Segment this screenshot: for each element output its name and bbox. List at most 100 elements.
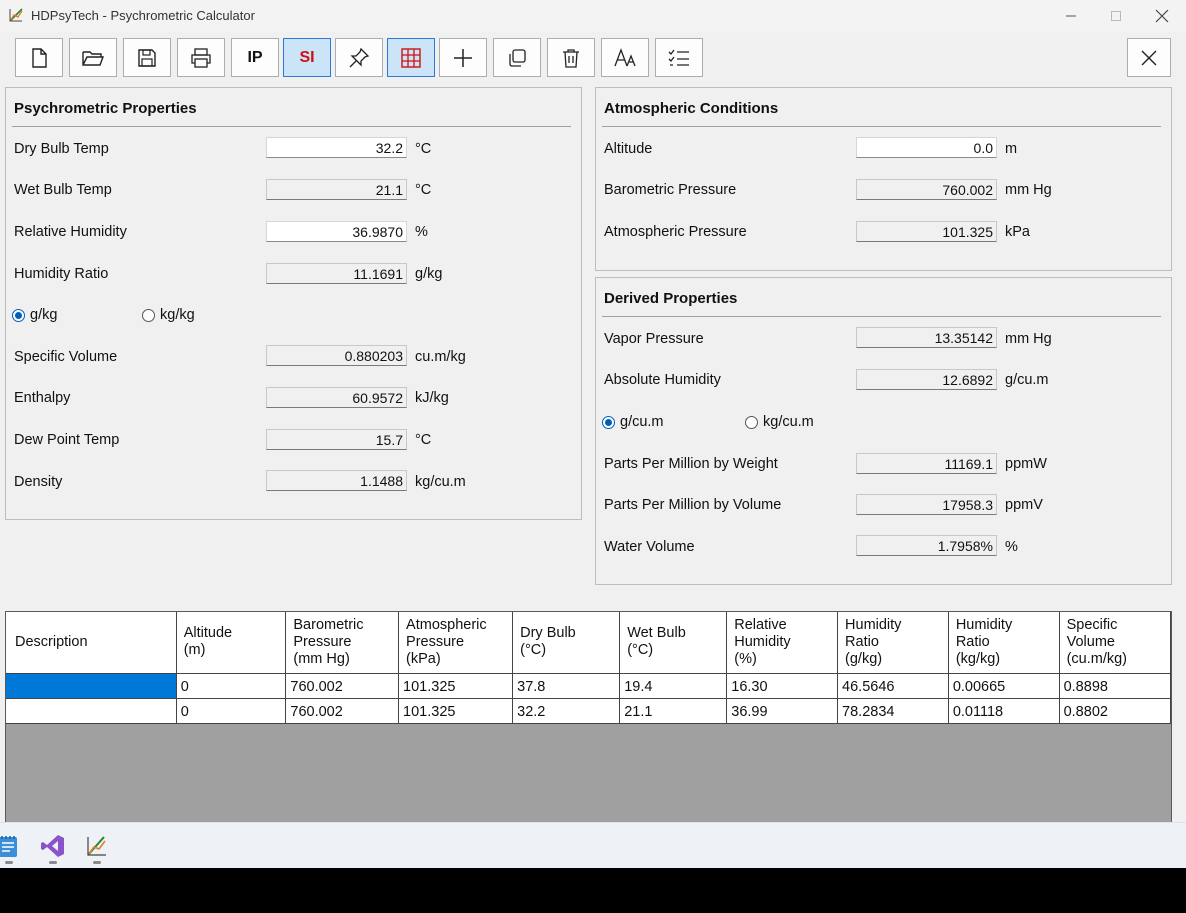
radio-gcum[interactable] bbox=[602, 416, 615, 429]
column-header-atmospheric-pressure[interactable]: Atmospheric Pressure (kPa) bbox=[398, 612, 514, 674]
dry-bulb-input[interactable]: 32.2 bbox=[266, 137, 407, 158]
si-units-button[interactable]: SI bbox=[283, 38, 331, 77]
radio-kgcum[interactable] bbox=[745, 416, 758, 429]
density-unit: kg/cu.m bbox=[415, 474, 466, 490]
ppmw-label: Parts Per Million by Weight bbox=[604, 456, 778, 472]
column-header-relative-humidity[interactable]: Relative Humidity (%) bbox=[726, 612, 839, 674]
table-cell[interactable]: 0.8802 bbox=[1059, 698, 1171, 724]
save-button[interactable] bbox=[123, 38, 171, 77]
column-header-specific-volume[interactable]: Specific Volume (cu.m/kg) bbox=[1059, 612, 1171, 674]
humidity-ratio-field[interactable]: 11.1691 bbox=[266, 263, 407, 284]
column-header-humidity-ratio-gkg[interactable]: Humidity Ratio (g/kg) bbox=[837, 612, 949, 674]
column-header-dry-bulb[interactable]: Dry Bulb (°C) bbox=[512, 612, 621, 674]
table-cell-description[interactable] bbox=[6, 698, 177, 724]
radio-kgcum-label[interactable]: kg/cu.m bbox=[763, 414, 814, 430]
absolute-humidity-field[interactable]: 12.6892 bbox=[856, 369, 997, 390]
table-cell[interactable]: 101.325 bbox=[398, 698, 514, 724]
radio-gkg[interactable] bbox=[12, 309, 25, 322]
table-cell[interactable]: 760.002 bbox=[285, 698, 400, 724]
absolute-humidity-unit: g/cu.m bbox=[1005, 372, 1049, 388]
atmospheric-conditions-group: Atmospheric Conditions Altitude 0.0 m Ba… bbox=[595, 87, 1172, 271]
table-cell[interactable]: 16.30 bbox=[726, 673, 839, 699]
pin-icon bbox=[349, 47, 370, 67]
taskbar bbox=[0, 822, 1186, 868]
dew-point-label: Dew Point Temp bbox=[14, 432, 120, 448]
enthalpy-field[interactable]: 60.9572 bbox=[266, 387, 407, 408]
table-cell[interactable]: 760.002 bbox=[285, 673, 400, 699]
new-file-button[interactable] bbox=[15, 38, 63, 77]
table-cell[interactable]: 32.2 bbox=[512, 698, 621, 724]
water-volume-label: Water Volume bbox=[604, 539, 695, 555]
atmospheric-pressure-label: Atmospheric Pressure bbox=[604, 224, 747, 240]
specific-volume-unit: cu.m/kg bbox=[415, 349, 466, 365]
table-cell[interactable]: 0.00665 bbox=[948, 673, 1060, 699]
barometric-pressure-field[interactable]: 760.002 bbox=[856, 179, 997, 200]
maximize-button[interactable] bbox=[1093, 0, 1139, 32]
table-cell[interactable]: 37.8 bbox=[512, 673, 621, 699]
pin-button[interactable] bbox=[335, 38, 383, 77]
column-header-wet-bulb[interactable]: Wet Bulb (°C) bbox=[619, 612, 728, 674]
window-close-button[interactable] bbox=[1139, 0, 1185, 32]
table-cell[interactable]: 19.4 bbox=[619, 673, 728, 699]
dew-point-field[interactable]: 15.7 bbox=[266, 429, 407, 450]
column-header-humidity-ratio-kgkg[interactable]: Humidity Ratio (kg/kg) bbox=[948, 612, 1060, 674]
close-panel-button[interactable] bbox=[1127, 38, 1171, 77]
vapor-pressure-field[interactable]: 13.35142 bbox=[856, 327, 997, 348]
wet-bulb-unit: °C bbox=[415, 182, 432, 198]
table-cell-description[interactable] bbox=[6, 673, 177, 699]
table-cell[interactable]: 0 bbox=[176, 698, 287, 724]
dry-bulb-label: Dry Bulb Temp bbox=[14, 141, 109, 157]
copy-button[interactable] bbox=[493, 38, 541, 77]
table-row[interactable]: 0 760.002 101.325 32.2 21.1 36.99 78.283… bbox=[6, 698, 1171, 724]
enthalpy-label: Enthalpy bbox=[14, 390, 71, 406]
group-title: Psychrometric Properties bbox=[14, 100, 197, 117]
relative-humidity-input[interactable]: 36.9870 bbox=[266, 221, 407, 242]
table-cell[interactable]: 101.325 bbox=[398, 673, 514, 699]
atmospheric-pressure-field[interactable]: 101.325 bbox=[856, 221, 997, 242]
density-field[interactable]: 1.1488 bbox=[266, 470, 407, 491]
trash-icon bbox=[563, 48, 579, 68]
table-row[interactable]: 0 760.002 101.325 37.8 19.4 16.30 46.564… bbox=[6, 673, 1171, 699]
radio-gkg-label[interactable]: g/kg bbox=[30, 307, 57, 323]
table-cell[interactable]: 78.2834 bbox=[837, 698, 949, 724]
minimize-button[interactable] bbox=[1048, 0, 1094, 32]
radio-kgkg[interactable] bbox=[142, 309, 155, 322]
close-icon bbox=[1141, 50, 1157, 65]
print-button[interactable] bbox=[177, 38, 225, 77]
font-button[interactable] bbox=[601, 38, 649, 77]
column-header-description[interactable]: Description bbox=[6, 612, 177, 674]
psychrometric-properties-group: Psychrometric Properties Dry Bulb Temp 3… bbox=[5, 87, 582, 520]
table-header-row: Description Altitude (m) Barometric Pres… bbox=[6, 612, 1171, 674]
visual-studio-icon[interactable] bbox=[40, 833, 66, 859]
ip-units-button[interactable]: IP bbox=[231, 38, 279, 77]
table-cell[interactable]: 46.5646 bbox=[837, 673, 949, 699]
grid-view-button[interactable] bbox=[387, 38, 435, 77]
radio-gcum-label[interactable]: g/cu.m bbox=[620, 414, 664, 430]
wet-bulb-field[interactable]: 21.1 bbox=[266, 179, 407, 200]
psychrometric-app-icon[interactable] bbox=[84, 833, 110, 859]
radio-kgkg-label[interactable]: kg/kg bbox=[160, 307, 195, 323]
relative-humidity-unit: % bbox=[415, 224, 428, 240]
table-cell[interactable]: 21.1 bbox=[619, 698, 728, 724]
column-header-barometric-pressure[interactable]: Barometric Pressure (mm Hg) bbox=[285, 612, 400, 674]
notepad-icon[interactable] bbox=[0, 833, 22, 859]
altitude-input[interactable]: 0.0 bbox=[856, 137, 997, 158]
column-header-altitude[interactable]: Altitude (m) bbox=[176, 612, 287, 674]
delete-button[interactable] bbox=[547, 38, 595, 77]
derived-properties-group: Derived Properties Vapor Pressure 13.351… bbox=[595, 277, 1172, 585]
table-cell[interactable]: 0.01118 bbox=[948, 698, 1060, 724]
enthalpy-unit: kJ/kg bbox=[415, 390, 449, 406]
ppmw-field[interactable]: 11169.1 bbox=[856, 453, 997, 474]
open-folder-button[interactable] bbox=[69, 38, 117, 77]
results-grid[interactable]: Description Altitude (m) Barometric Pres… bbox=[5, 611, 1172, 822]
checklist-button[interactable] bbox=[655, 38, 703, 77]
running-indicator bbox=[93, 861, 101, 864]
add-row-button[interactable] bbox=[439, 38, 487, 77]
checklist-icon bbox=[668, 49, 689, 66]
ppmv-field[interactable]: 17958.3 bbox=[856, 494, 997, 515]
specific-volume-field[interactable]: 0.880203 bbox=[266, 345, 407, 366]
water-volume-field[interactable]: 1.7958% bbox=[856, 535, 997, 556]
table-cell[interactable]: 36.99 bbox=[726, 698, 839, 724]
table-cell[interactable]: 0 bbox=[176, 673, 287, 699]
table-cell[interactable]: 0.8898 bbox=[1059, 673, 1171, 699]
